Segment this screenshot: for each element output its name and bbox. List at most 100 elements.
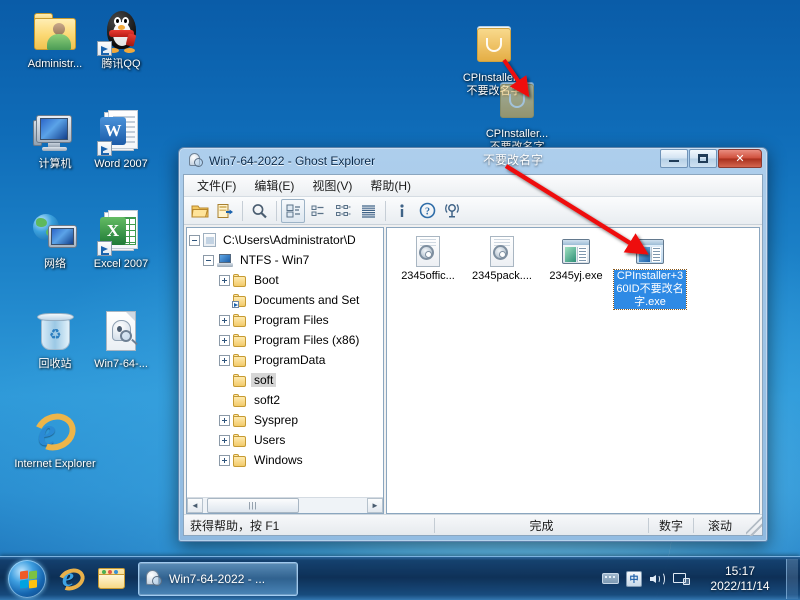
tree-node-sysprep[interactable]: Sysprep	[189, 410, 383, 430]
network-icon[interactable]	[670, 564, 694, 594]
tree-horizontal-scrollbar[interactable]: ◄ ||| ►	[187, 497, 383, 513]
quicklaunch-windows-explorer[interactable]	[92, 559, 132, 599]
desktop-icon-internet-explorer[interactable]: e Internet Explorer	[12, 408, 98, 471]
shortcut-overlay-icon	[97, 141, 112, 156]
maximize-button[interactable]	[689, 149, 717, 168]
desktop-icon-gho-file[interactable]: Win7-64-...	[78, 308, 164, 371]
tree-node-label: C:\Users\Administrator\D	[220, 233, 359, 247]
scroll-right-button[interactable]: ►	[367, 498, 383, 513]
collapse-toggle-icon[interactable]	[203, 255, 214, 266]
desktop-icon-qq[interactable]: 腾讯QQ	[78, 8, 164, 71]
tree-pane[interactable]: C:\Users\Administrator\D NTFS - Win7 Boo…	[186, 227, 384, 514]
desktop-icon-word-2007[interactable]: W Word 2007	[78, 108, 164, 171]
file-list-item-selected[interactable]: CPInstaller+360ID不要改名字.exe	[614, 236, 686, 309]
show-desktop-button[interactable]	[786, 559, 798, 599]
file-list-pane[interactable]: 2345offic... 2345pack.... 2345yj.exe	[386, 227, 760, 514]
expand-toggle-icon[interactable]	[219, 455, 230, 466]
gho-image-icon	[203, 233, 216, 247]
clock-date: 2022/11/14	[710, 579, 769, 594]
search-icon[interactable]	[247, 199, 271, 223]
list-view-icon[interactable]	[331, 199, 355, 223]
expand-toggle-icon[interactable]	[219, 435, 230, 446]
system-tray[interactable]: 中 15:17 2022/11/14	[598, 557, 800, 600]
resize-grip[interactable]	[746, 515, 762, 536]
toolbar-separator	[276, 201, 277, 221]
desktop-icon-excel-2007[interactable]: X Excel 2007	[78, 208, 164, 271]
status-state-text: 完成	[435, 515, 648, 536]
file-list-item[interactable]: 2345pack....	[466, 236, 538, 309]
tree-scroll-region[interactable]: C:\Users\Administrator\D NTFS - Win7 Boo…	[187, 228, 383, 497]
windows-explorer-icon	[97, 566, 127, 592]
keyboard-icon[interactable]	[598, 564, 622, 594]
ime-language-icon[interactable]: 中	[622, 564, 646, 594]
expand-toggle-icon[interactable]	[219, 335, 230, 346]
tree-node-label: Program Files (x86)	[251, 333, 362, 347]
ghost-explorer-window[interactable]: Win7-64-2022 - Ghost Explorer 不要改名字 ✕ 文件…	[178, 147, 768, 542]
taskbar-clock[interactable]: 15:17 2022/11/14	[694, 557, 786, 600]
menu-help[interactable]: 帮助(H)	[361, 175, 420, 196]
small-icons-view-icon[interactable]	[306, 199, 330, 223]
tree-node-programdata[interactable]: ProgramData	[189, 350, 383, 370]
expand-toggle-icon[interactable]	[219, 275, 230, 286]
menu-edit[interactable]: 编辑(E)	[245, 175, 303, 196]
tree-node-label: Sysprep	[251, 413, 301, 427]
collapse-toggle-icon[interactable]	[189, 235, 200, 246]
file-list-item[interactable]: 2345yj.exe	[540, 236, 612, 309]
scroll-left-button[interactable]: ◄	[187, 498, 203, 513]
window-controls[interactable]: ✕	[660, 149, 762, 168]
menu-bar[interactable]: 文件(F) 编辑(E) 视图(V) 帮助(H)	[184, 175, 762, 197]
desktop-icon-ghost-label-line1: CPInstaller...	[470, 128, 564, 141]
tree-node-boot[interactable]: Boot	[189, 270, 383, 290]
toolbar-separator	[242, 201, 243, 221]
tree-node-label: Documents and Set	[251, 293, 362, 307]
file-name: 2345yj.exe	[548, 270, 603, 283]
toolbar[interactable]: ?	[184, 197, 762, 225]
tree-node-soft2[interactable]: soft2	[189, 390, 383, 410]
quicklaunch-internet-explorer[interactable]: e	[52, 559, 92, 599]
desktop-icon-label: 腾讯QQ	[78, 58, 164, 71]
tree-node-program-files[interactable]: Program Files	[189, 310, 383, 330]
scrollbar-track[interactable]: |||	[203, 498, 367, 513]
desktop-icon-label: Internet Explorer	[12, 458, 98, 471]
taskbar-item-label: Win7-64-2022 - ...	[169, 572, 265, 586]
tree-node-program-files-x86[interactable]: Program Files (x86)	[189, 330, 383, 350]
window-title-bar[interactable]: Win7-64-2022 - Ghost Explorer 不要改名字 ✕	[183, 148, 763, 174]
details-view-icon[interactable]	[356, 199, 380, 223]
about-icon[interactable]	[440, 199, 464, 223]
expand-toggle-icon[interactable]	[219, 355, 230, 366]
tree-node-documents-and-settings[interactable]: Documents and Set	[189, 290, 383, 310]
start-orb-icon[interactable]	[8, 560, 46, 598]
tree-node-label: ProgramData	[251, 353, 328, 367]
cpinstaller-bag-ghost-icon	[493, 78, 541, 126]
desktop-icon-label: Word 2007	[78, 158, 164, 171]
menu-file[interactable]: 文件(F)	[188, 175, 245, 196]
properties-info-icon[interactable]	[390, 199, 414, 223]
tree-node-ntfs-win7[interactable]: NTFS - Win7	[189, 250, 383, 270]
expand-toggle-icon[interactable]	[219, 415, 230, 426]
tree-node-users[interactable]: Users	[189, 430, 383, 450]
extract-icon[interactable]	[213, 199, 237, 223]
desktop[interactable]: Administr... 腾讯QQ 计算机 W Word 2007	[0, 0, 800, 600]
close-button[interactable]: ✕	[718, 149, 762, 168]
menu-view[interactable]: 视图(V)	[303, 175, 361, 196]
taskbar[interactable]: e Win7-64-2022 - ... 中	[0, 556, 800, 600]
qq-penguin-icon	[97, 8, 145, 56]
tree-node-windows[interactable]: Windows	[189, 450, 383, 470]
tree-node-root[interactable]: C:\Users\Administrator\D	[189, 230, 383, 250]
start-button[interactable]	[2, 558, 52, 600]
taskbar-item-ghost-explorer[interactable]: Win7-64-2022 - ...	[138, 562, 298, 596]
expand-toggle-icon[interactable]	[219, 315, 230, 326]
volume-icon[interactable]	[646, 564, 670, 594]
status-help-text: 获得帮助，按 F1	[184, 515, 434, 536]
scrollbar-thumb[interactable]: |||	[207, 498, 299, 513]
large-icons-view-icon[interactable]	[281, 199, 305, 223]
internet-explorer-icon: e	[31, 408, 79, 456]
minimize-button[interactable]	[660, 149, 688, 168]
open-folder-icon[interactable]	[188, 199, 212, 223]
tree-node-soft[interactable]: soft	[189, 370, 383, 390]
file-name: 2345offic...	[400, 270, 456, 283]
help-icon[interactable]: ?	[415, 199, 439, 223]
file-name: 2345pack....	[471, 270, 533, 283]
file-list-item[interactable]: 2345offic...	[392, 236, 464, 309]
ghost-explorer-icon	[188, 153, 204, 169]
